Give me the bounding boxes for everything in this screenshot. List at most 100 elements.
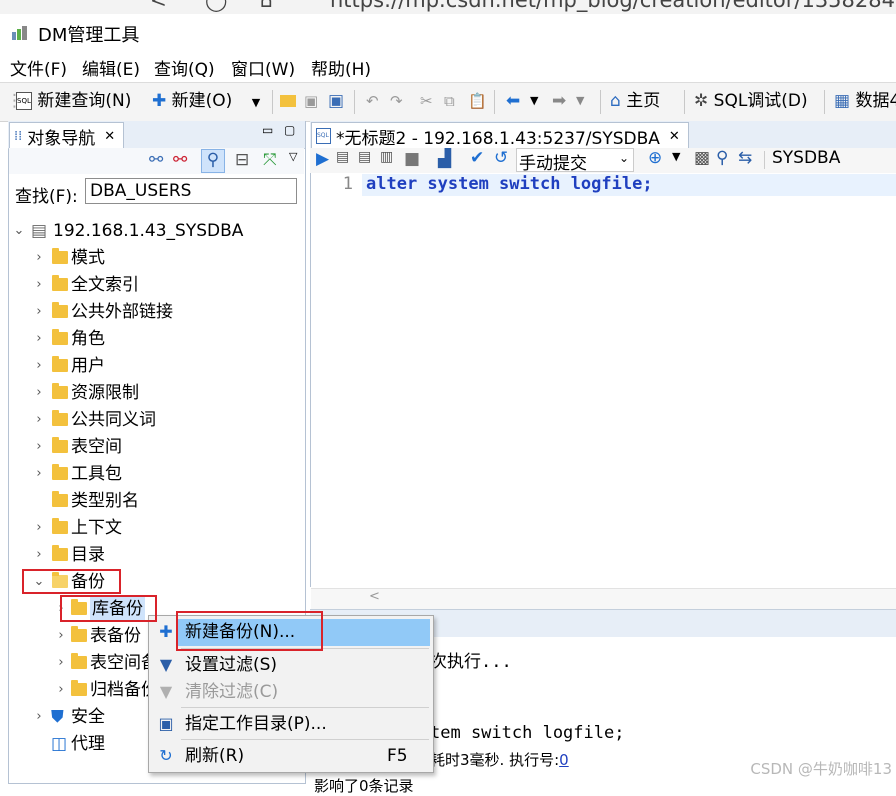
tree-node-item[interactable]: › 公共同义词	[9, 408, 299, 432]
cut-icon[interactable]: ✂	[420, 89, 433, 113]
commit-icon[interactable]: ✔	[470, 148, 484, 168]
scroll-left-icon[interactable]: <	[369, 589, 380, 604]
context-menu-label: 指定工作目录(P)...	[185, 714, 327, 734]
menu-query[interactable]: 查询(Q)	[154, 55, 215, 80]
run-script-icon[interactable]: ▤	[336, 149, 349, 165]
line-number-gutter: 1	[311, 173, 355, 587]
context-menu-item[interactable]: ↻ 刷新(R) F5	[149, 743, 433, 770]
commit-mode-select[interactable]: 手动提交 ⌄	[516, 148, 634, 174]
chevron-right-icon[interactable]: ›	[33, 516, 45, 540]
folder-icon	[71, 653, 87, 669]
menu-help[interactable]: 帮助(H)	[311, 55, 371, 80]
chevron-right-icon[interactable]: ›	[33, 246, 45, 270]
run-line-icon[interactable]: ▤	[358, 149, 371, 165]
menu-edit[interactable]: 编辑(E)	[82, 55, 140, 80]
tree-node-item[interactable]: › 公共外部链接	[9, 300, 299, 324]
console-line: tem switch logfile;	[430, 723, 625, 743]
new-dropdown-button[interactable]: ✚ 新建(O) ▼	[152, 89, 260, 113]
find-icon[interactable]: ⚲	[716, 148, 728, 168]
sql-code-line[interactable]: alter system switch logfile;	[366, 174, 653, 194]
rollback-icon[interactable]: ↺	[494, 148, 508, 168]
redo-icon[interactable]: ↷	[390, 89, 403, 113]
maximize-icon[interactable]: ▢	[284, 123, 295, 137]
close-icon[interactable]: ✕	[104, 129, 115, 144]
back-dropdown-icon[interactable]: ▼	[530, 89, 538, 113]
statistics-icon[interactable]: ▟	[438, 149, 451, 169]
home-button[interactable]: ⌂ 主页	[610, 89, 660, 113]
folder-icon	[52, 356, 68, 372]
disconnect-icon[interactable]: ⚯	[173, 150, 187, 170]
tab-editor-untitled2[interactable]: SQL *无标题2 - 192.168.1.43:5237/SYSDBA ✕	[311, 122, 689, 149]
context-menu-item[interactable]: ▼ 清除过滤(C)	[149, 679, 433, 706]
browser-home-icon[interactable]: ⌂	[260, 0, 273, 12]
menu-file[interactable]: 文件(F)	[10, 55, 67, 80]
forward-dropdown-icon[interactable]: ▼	[576, 89, 584, 113]
tree-node-label: 安全	[71, 707, 105, 727]
save-icon[interactable]: ▣	[304, 89, 318, 113]
search-input[interactable]	[85, 178, 297, 204]
chevron-right-icon[interactable]: ›	[33, 462, 45, 486]
minimize-icon[interactable]: ▭	[262, 123, 273, 137]
forward-arrow-icon[interactable]: ➡	[552, 89, 566, 113]
context-menu-item[interactable]: ▼ 设置过滤(S)	[149, 652, 433, 679]
tree-node-item[interactable]: › 上下文	[9, 516, 299, 540]
tree-node-item[interactable]: › 目录	[9, 543, 299, 567]
tree-node-item[interactable]: › 全文索引	[9, 273, 299, 297]
search-icon[interactable]: ⚲	[201, 149, 225, 173]
tree-node-item[interactable]: › 资源限制	[9, 381, 299, 405]
chevron-right-icon[interactable]: ›	[33, 327, 45, 351]
chevron-right-icon[interactable]: ›	[55, 651, 67, 675]
browser-url[interactable]: https://mp.csdn.net/mp_blog/creation/edi…	[330, 0, 895, 12]
chevron-down-icon[interactable]: ▼	[672, 150, 680, 163]
chevron-right-icon[interactable]: ›	[33, 300, 45, 324]
tree-node-item[interactable]: › 表空间	[9, 435, 299, 459]
target-icon[interactable]: ⊕	[648, 148, 662, 168]
view-menu-icon[interactable]: ▽	[289, 150, 297, 163]
context-menu-item[interactable]: ▣ 指定工作目录(P)...	[149, 711, 433, 738]
stop-icon[interactable]: ■	[404, 149, 420, 169]
data-button[interactable]: ▦ 数据4	[834, 89, 896, 113]
chevron-right-icon[interactable]: ›	[33, 273, 45, 297]
sql-editor[interactable]	[310, 173, 896, 587]
explain-icon[interactable]: ▥	[380, 149, 393, 165]
horizontal-scrollbar[interactable]: <	[311, 588, 896, 609]
expand-icon[interactable]: ⤧	[263, 150, 277, 170]
paste-icon[interactable]: 📋	[468, 89, 487, 113]
chevron-right-icon[interactable]: ›	[55, 624, 67, 648]
chevron-right-icon[interactable]: ›	[33, 705, 45, 729]
tree-node-item[interactable]: › 工具包	[9, 462, 299, 486]
tab-object-navigator[interactable]: ⁞⁞ 对象导航 ✕	[9, 122, 125, 149]
navigate-icon[interactable]: ⇆	[738, 148, 752, 168]
chevron-right-icon[interactable]: ›	[33, 435, 45, 459]
close-icon[interactable]: ✕	[669, 129, 680, 144]
tree-node-item[interactable]: › 用户	[9, 354, 299, 378]
sql-file-icon: SQL	[316, 128, 331, 144]
undo-icon[interactable]: ↶	[366, 89, 379, 113]
folder-icon	[52, 491, 68, 507]
chevron-right-icon[interactable]: ›	[33, 354, 45, 378]
menu-window[interactable]: 窗口(W)	[231, 55, 295, 80]
chevron-down-icon[interactable]: ⌄	[13, 219, 25, 243]
tree-node-item[interactable]: › 角色	[9, 327, 299, 351]
schema-select[interactable]: SYSDBA	[772, 148, 840, 168]
connect-icon[interactable]: ⚯	[149, 150, 163, 170]
sql-debug-button[interactable]: ✲ SQL调试(D)	[694, 89, 808, 113]
back-arrow-icon[interactable]: ⬅	[506, 89, 520, 113]
open-folder-button[interactable]	[280, 89, 296, 113]
run-icon[interactable]: ▶	[316, 149, 329, 169]
tree-node-item[interactable]: 类型别名	[9, 489, 299, 513]
chevron-right-icon[interactable]: ›	[55, 678, 67, 702]
format-icon[interactable]: ▩	[694, 148, 710, 168]
save-all-icon[interactable]: ▣	[328, 89, 344, 113]
copy-icon[interactable]: ⧉	[444, 89, 455, 113]
browser-refresh-icon[interactable]: ◯	[205, 0, 227, 12]
browser-back-icon[interactable]: <	[150, 0, 167, 12]
tree-node-item[interactable]: › 模式	[9, 246, 299, 270]
exec-id-link[interactable]: 0	[559, 751, 569, 769]
chevron-right-icon[interactable]: ›	[33, 408, 45, 432]
tree-node-root[interactable]: ⌄ ▤ 192.168.1.43_SYSDBA	[9, 219, 299, 243]
new-query-button[interactable]: SQL 新建查询(N)	[16, 89, 131, 113]
chevron-right-icon[interactable]: ›	[33, 543, 45, 567]
chevron-right-icon[interactable]: ›	[33, 381, 45, 405]
collapse-icon[interactable]: ⊟	[235, 150, 249, 170]
